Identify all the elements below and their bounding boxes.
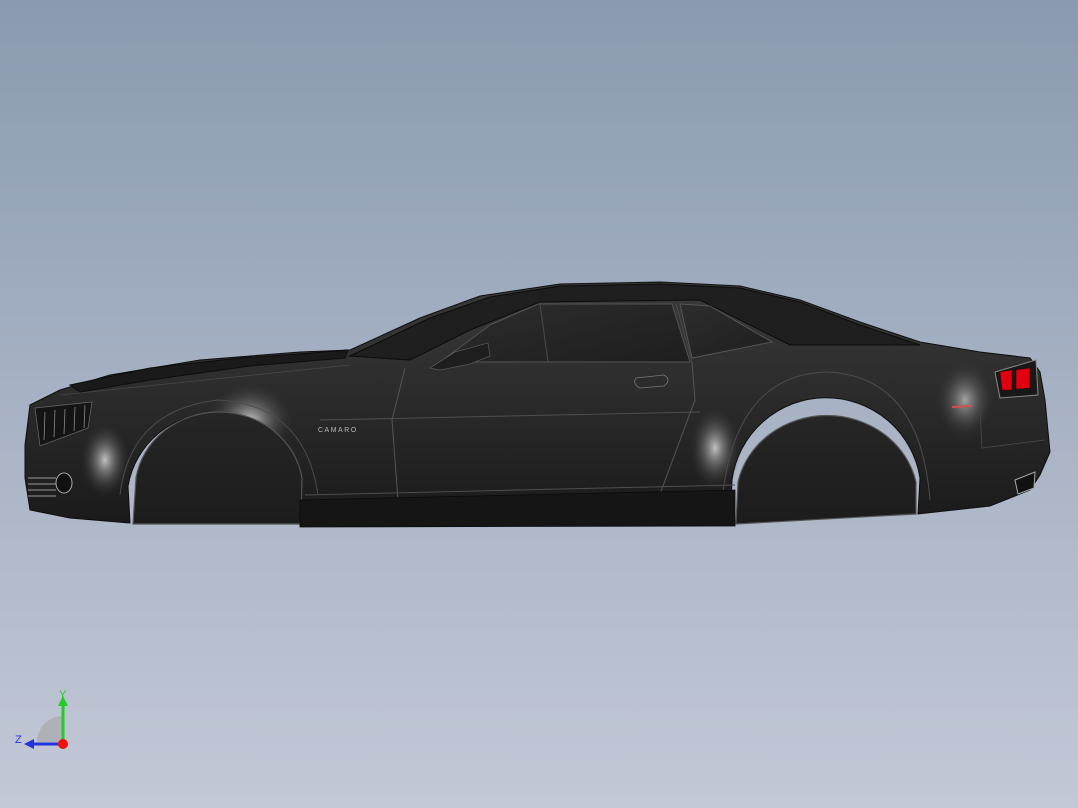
fog-light [55,472,73,494]
camaro-badge: CAMARO [318,427,358,434]
cad-3d-viewport[interactable]: CAMARO Y Z [0,0,1078,808]
triad-quadrant-shading [37,716,63,742]
triad-z-arrowhead [24,739,34,749]
rear-marker-light [951,405,973,408]
view-orientation-triad[interactable]: Y Z [10,686,80,756]
body-highlight [935,360,995,440]
tail-light [1015,367,1031,390]
body-highlight [689,406,741,490]
triad-y-label: Y [59,689,67,701]
body-highlight [80,422,130,498]
rear-wheel-well [735,414,917,525]
tail-light [999,369,1013,391]
triad-z-label: Z [15,734,22,746]
triad-x-axis-point [58,739,68,749]
car-3d-model[interactable]: CAMARO [0,0,1078,808]
